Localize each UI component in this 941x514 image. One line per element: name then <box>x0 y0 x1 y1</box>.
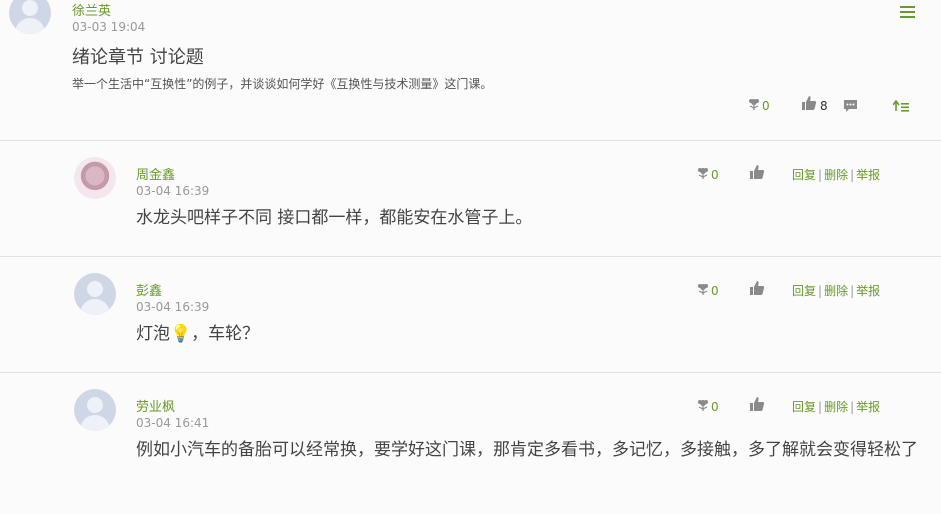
delete-link[interactable]: 删除 <box>824 400 848 414</box>
reply-author[interactable]: 彭鑫 <box>136 280 162 299</box>
delete-link[interactable]: 删除 <box>824 168 848 182</box>
action-separator: | <box>850 284 855 298</box>
flower-icon[interactable] <box>696 398 710 412</box>
thumbs-up-icon[interactable] <box>749 396 765 412</box>
flower-count: 0 <box>762 99 770 113</box>
reply-time: 03-04 16:39 <box>136 300 210 314</box>
post-title: 绪论章节 讨论题 <box>72 47 204 68</box>
avatar[interactable] <box>9 0 51 34</box>
reply-link[interactable]: 回复 <box>792 284 816 298</box>
reply-actions: 回复 | 删除 | 举报 <box>792 398 880 415</box>
avatar[interactable] <box>74 157 116 199</box>
report-link[interactable]: 举报 <box>856 284 880 298</box>
post-time: 03-03 19:04 <box>72 20 146 34</box>
report-link[interactable]: 举报 <box>856 400 880 414</box>
reply-item: 周金鑫 03-04 16:39 水龙头吧样子不同 接口都一样，都能安在水管子上。… <box>0 141 941 257</box>
report-link[interactable]: 举报 <box>856 168 880 182</box>
flower-icon[interactable] <box>747 97 761 111</box>
thumbs-up-icon[interactable] <box>749 164 765 180</box>
action-separator: | <box>818 400 823 414</box>
post-body: 举一个生活中“互换性”的例子，并谈谈如何学好《互换性与技术测量》这门课。 <box>72 77 493 91</box>
reply-time: 03-04 16:41 <box>136 416 210 430</box>
reply-item: 劳业枫 03-04 16:41 例如小汽车的备胎可以经常换，要学好这门课，那肯定… <box>0 373 941 514</box>
delete-link[interactable]: 删除 <box>824 284 848 298</box>
comment-icon[interactable] <box>843 99 858 113</box>
reply-link[interactable]: 回复 <box>792 400 816 414</box>
flower-count: 0 <box>711 168 719 182</box>
reply-author[interactable]: 劳业枫 <box>136 396 175 415</box>
flower-count: 0 <box>711 400 719 414</box>
flower-icon[interactable] <box>696 166 710 180</box>
action-separator: | <box>818 168 823 182</box>
menu-icon[interactable] <box>900 6 915 18</box>
post-author[interactable]: 徐兰英 <box>72 0 111 19</box>
discussion-post: 徐兰英 03-03 19:04 绪论章节 讨论题 举一个生活中“互换性”的例子，… <box>0 0 941 141</box>
flower-icon[interactable] <box>696 282 710 296</box>
reply-text: 灯泡💡，车轮？ <box>136 324 260 344</box>
reply-text: 水龙头吧样子不同 接口都一样，都能安在水管子上。 <box>136 208 533 228</box>
action-separator: | <box>850 400 855 414</box>
like-count: 8 <box>820 99 828 113</box>
top-icon[interactable] <box>893 100 909 112</box>
reply-actions: 回复 | 删除 | 举报 <box>792 282 880 299</box>
reply-author[interactable]: 周金鑫 <box>136 164 175 183</box>
reply-item: 彭鑫 03-04 16:39 灯泡💡，车轮？ 0 回复 | 删除 | 举报 <box>0 257 941 373</box>
reply-text: 例如小汽车的备胎可以经常换，要学好这门课，那肯定多看书，多记忆，多接触，多了解就… <box>136 440 918 460</box>
reply-time: 03-04 16:39 <box>136 184 210 198</box>
flower-count: 0 <box>711 284 719 298</box>
avatar[interactable] <box>74 273 116 315</box>
thumbs-up-icon[interactable] <box>801 95 817 111</box>
reply-link[interactable]: 回复 <box>792 168 816 182</box>
thumbs-up-icon[interactable] <box>749 280 765 296</box>
action-separator: | <box>818 284 823 298</box>
avatar[interactable] <box>74 389 116 431</box>
action-separator: | <box>850 168 855 182</box>
reply-actions: 回复 | 删除 | 举报 <box>792 166 880 183</box>
